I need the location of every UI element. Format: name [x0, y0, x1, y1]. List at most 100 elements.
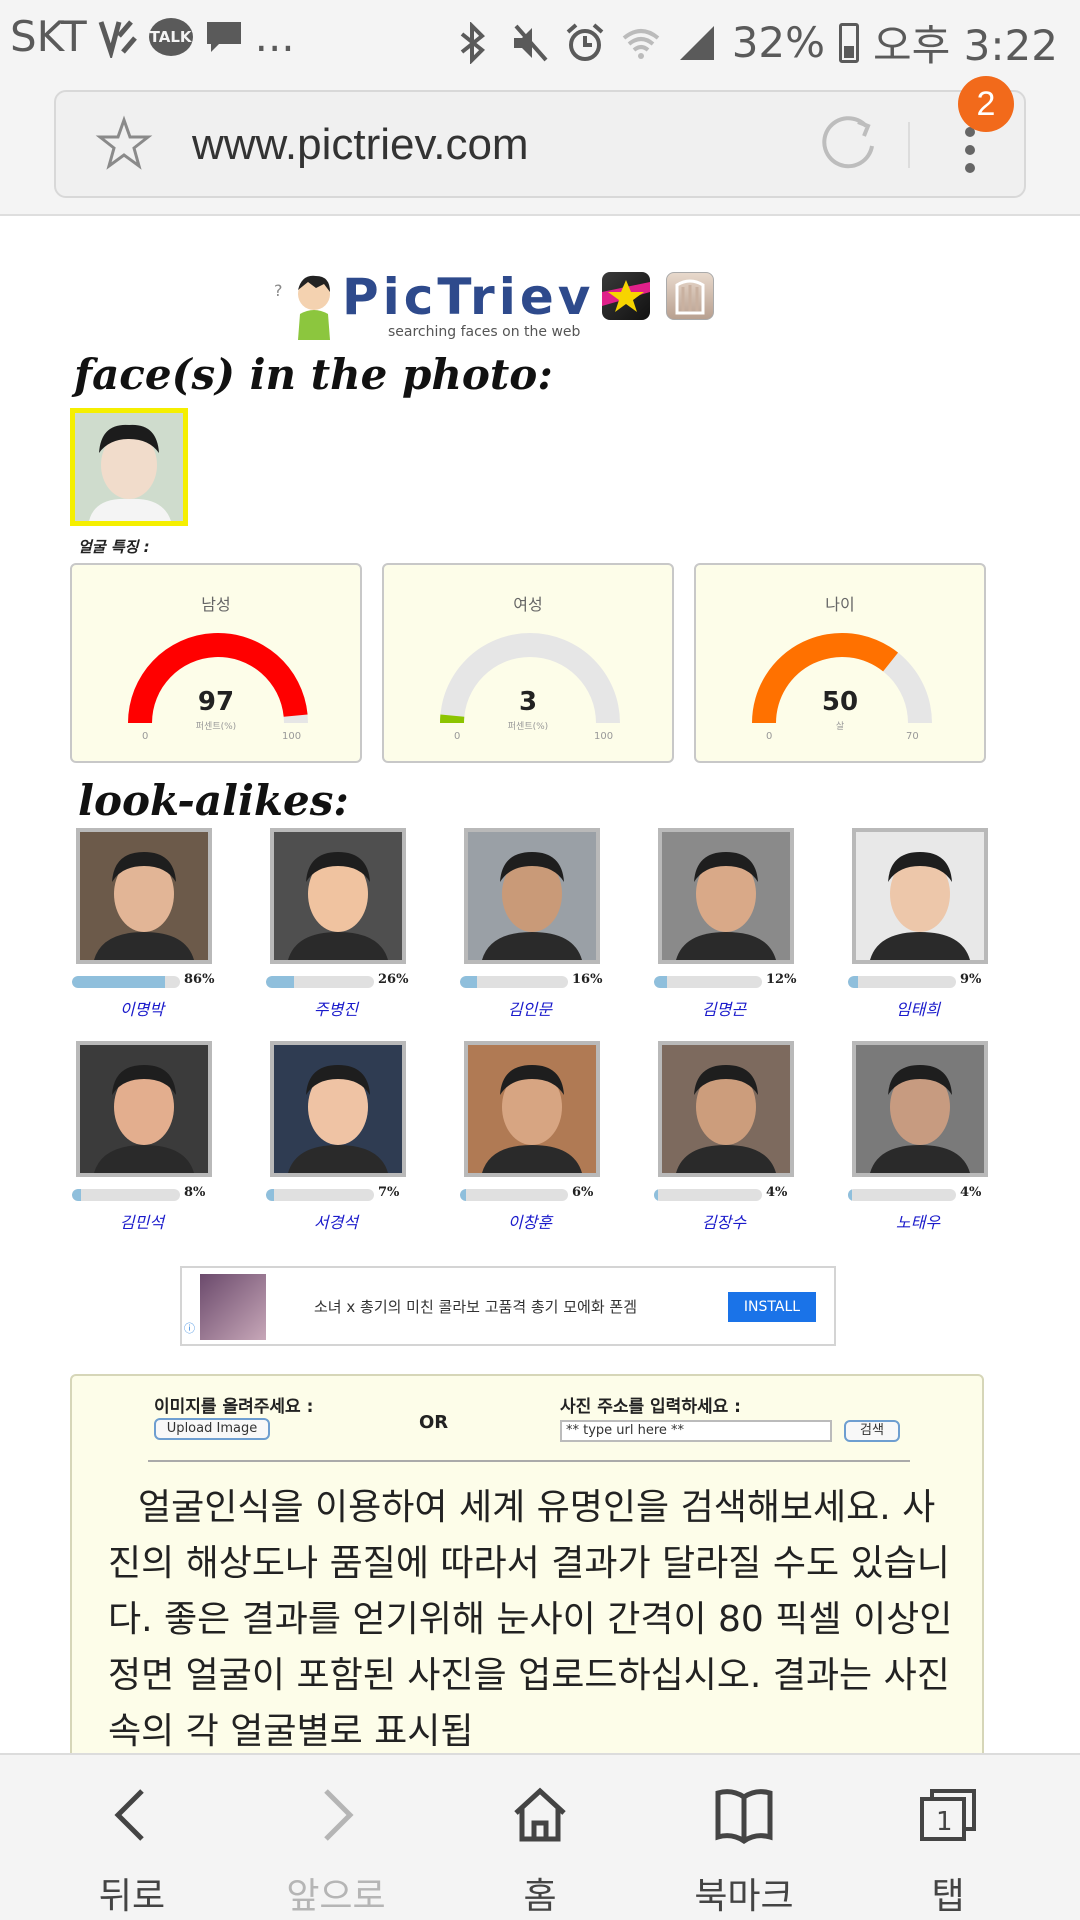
similarity-bar	[848, 976, 956, 988]
lookalike-photo[interactable]	[464, 1041, 600, 1177]
clock: 오후 3:22	[873, 21, 1058, 70]
nav-tabs-button[interactable]: 1 탭	[846, 1755, 1050, 1920]
lookalike-photo[interactable]	[76, 1041, 212, 1177]
similarity-percent: 9%	[960, 972, 982, 987]
lookalike-name-link[interactable]: 김인문	[460, 996, 600, 1020]
gauge-value: 3	[518, 687, 538, 717]
status-bar: SKT TALK ... 32% 오후 3:22	[0, 0, 1080, 80]
ad-choices-icon[interactable]: ⓘ	[184, 1320, 195, 1336]
lookalike-name-link[interactable]: 김명곤	[654, 996, 794, 1020]
similarity-percent: 12%	[766, 972, 797, 987]
more-notifications: ...	[254, 12, 295, 61]
similarity-bar-fill	[460, 976, 478, 988]
similarity-bar-fill	[654, 976, 667, 988]
lookalike-name-link[interactable]: 주병진	[266, 996, 406, 1020]
nav-bookmarks-button[interactable]: 북마크	[642, 1755, 846, 1920]
lookalike-name-link[interactable]: 이명박	[72, 996, 212, 1020]
faces-title: face(s) in the photo:	[74, 350, 553, 399]
bookmark-star-icon[interactable]	[94, 114, 154, 174]
similarity-bar	[266, 976, 374, 988]
lookalike-photo[interactable]	[658, 1041, 794, 1177]
similarity-bar	[266, 1189, 374, 1201]
gauge-title: 여성	[513, 595, 543, 614]
gauge-min: 0	[142, 731, 149, 742]
lookalike-name-link[interactable]: 김민석	[72, 1209, 212, 1233]
similarity-percent: 8%	[184, 1185, 206, 1200]
lookalike-name-link[interactable]: 노태우	[848, 1209, 988, 1233]
lookalike-name-link[interactable]: 임태희	[848, 996, 988, 1020]
lookalike-photo[interactable]	[270, 828, 406, 964]
lookalike-photo[interactable]	[852, 828, 988, 964]
battery-percent: 32%	[731, 18, 826, 67]
lookalike-name-link[interactable]: 서경석	[266, 1209, 406, 1233]
ad-text[interactable]: 소녀 x 총기의 미친 콜라보 고품격 총기 모에화 폰겜	[314, 1296, 637, 1317]
similarity-percent: 7%	[378, 1185, 400, 1200]
nav-home-button[interactable]: 홈	[438, 1755, 642, 1920]
ad-install-button[interactable]: INSTALL	[728, 1292, 816, 1322]
back-icon	[114, 1789, 144, 1841]
address-bar[interactable]: www.pictriev.com	[54, 90, 1026, 198]
uploaded-face-thumbnail[interactable]	[70, 408, 188, 526]
nav-home-label: 홈	[523, 1876, 557, 1917]
similarity-bar-fill	[72, 976, 165, 988]
battery-icon	[839, 22, 860, 63]
similarity-percent: 4%	[960, 1185, 982, 1200]
similarity-bar-fill	[848, 976, 858, 988]
upload-image-button[interactable]: Upload Image	[154, 1418, 270, 1440]
message-icon	[206, 21, 241, 52]
gauge-min: 0	[454, 731, 461, 742]
site-logo[interactable]: ? PicTriev searching faces on the web	[272, 266, 722, 346]
alarm-icon	[566, 22, 604, 61]
tab-count: 1	[936, 1807, 953, 1837]
similarity-percent: 26%	[378, 972, 409, 987]
ad-image[interactable]	[200, 1274, 266, 1340]
similarity-bar	[654, 1189, 762, 1201]
lookalike-photo[interactable]	[270, 1041, 406, 1177]
similarity-percent: 6%	[572, 1185, 594, 1200]
similarity-bar-fill	[72, 1189, 81, 1201]
gallery-app-icon[interactable]	[666, 272, 714, 320]
home-icon	[514, 1787, 566, 1842]
divider	[148, 1460, 910, 1462]
lookalike-photo[interactable]	[658, 828, 794, 964]
gauge-max: 100	[594, 731, 614, 742]
nav-back-label: 뒤로	[98, 1876, 166, 1917]
more-menu-icon[interactable]	[962, 122, 978, 178]
notification-badge[interactable]: 2	[958, 76, 1014, 132]
star-app-icon[interactable]	[602, 272, 650, 320]
similarity-bar-fill	[460, 1189, 467, 1201]
toolbar-divider	[908, 122, 910, 168]
gauge-value: 97	[197, 687, 235, 717]
image-url-input[interactable]: ** type url here **	[560, 1420, 832, 1442]
lookalike-photo[interactable]	[464, 828, 600, 964]
screen: SKT TALK ... 32% 오후 3:22 www.pictriev.co…	[0, 0, 1080, 1920]
gauge-title: 남성	[201, 595, 231, 614]
mute-icon	[513, 24, 548, 61]
or-separator: OR	[419, 1412, 449, 1433]
nav-forward-button[interactable]: 앞으로	[234, 1755, 438, 1920]
lookalike-photo[interactable]	[76, 828, 212, 964]
kakaotalk-icon: TALK	[148, 17, 193, 56]
gauge-unit: 퍼센트(%)	[195, 722, 237, 732]
search-button[interactable]: 검색	[844, 1420, 900, 1442]
url-text[interactable]: www.pictriev.com	[192, 120, 529, 170]
gauge-card: 남성 97 퍼센트(%) 0 100	[70, 563, 362, 763]
nav-back-button[interactable]: 뒤로	[30, 1755, 234, 1920]
similarity-bar	[72, 1189, 180, 1201]
lookalike-name-link[interactable]: 이창훈	[460, 1209, 600, 1233]
browser-toolbar: www.pictriev.com 2	[0, 76, 1080, 216]
similarity-bar-fill	[654, 1189, 659, 1201]
svg-text:?: ?	[274, 281, 283, 300]
browser-bottom-nav: 뒤로 앞으로 홈 북마크 1 탭	[0, 1753, 1080, 1920]
advertisement-banner[interactable]: 소녀 x 총기의 미친 콜라보 고품격 총기 모에화 폰겜 INSTALL ⓘ	[180, 1266, 836, 1346]
lookalike-photo[interactable]	[852, 1041, 988, 1177]
signal-icon	[679, 25, 714, 60]
gauge-unit: 퍼센트(%)	[507, 722, 549, 732]
similarity-bar	[72, 976, 180, 988]
reload-icon[interactable]	[818, 112, 882, 176]
wifi-icon	[622, 28, 659, 59]
tabs-icon: 1	[920, 1789, 976, 1841]
gauge-title: 나이	[825, 595, 855, 614]
lookalike-name-link[interactable]: 김장수	[654, 1209, 794, 1233]
carrier-label: SKT	[10, 12, 87, 61]
